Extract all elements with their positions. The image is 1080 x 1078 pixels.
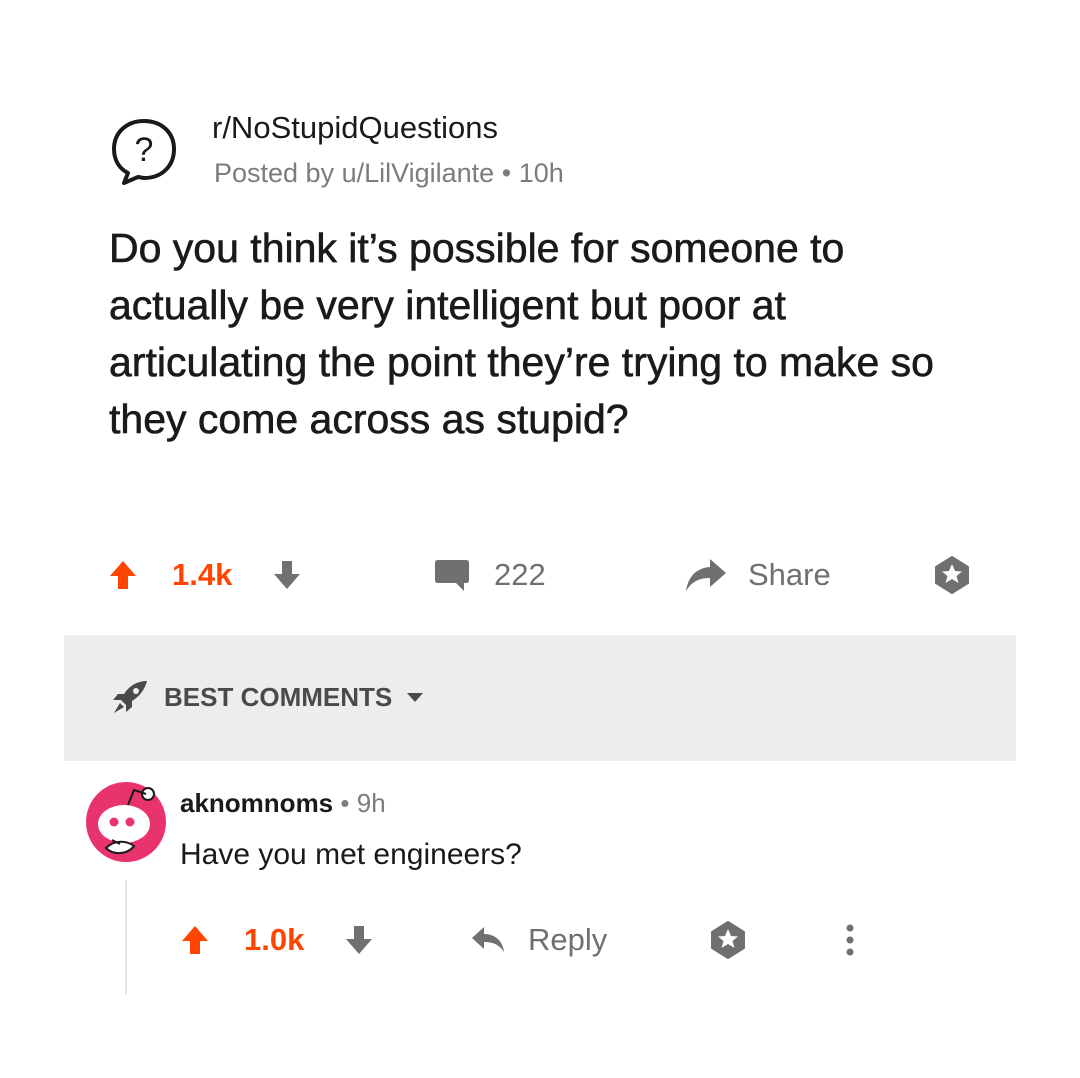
downvote-button[interactable] [272,550,302,600]
comment-actions: 1.0k Reply [84,915,1004,965]
comment-author[interactable]: aknomnoms [180,788,333,818]
post-meta: Posted by u/LilVigilante • 10h [214,158,564,189]
comment-count: 222 [494,557,546,592]
comments-sort-bar: BEST COMMENTS [64,635,1016,761]
comment-bubble-icon [435,560,469,591]
reply-label: Reply [528,922,608,957]
sort-dropdown[interactable]: BEST COMMENTS [110,679,424,715]
more-options-button[interactable] [844,915,856,965]
avatar[interactable] [84,780,168,864]
comment-downvote-button[interactable] [344,915,374,965]
comments-button[interactable]: 222 [434,550,546,600]
comment-header: aknomnoms • 9h [180,788,386,819]
subreddit-name[interactable]: r/NoStupidQuestions [212,110,498,146]
reply-arrow-icon [472,927,504,952]
comment-score: 1.0k [244,922,305,957]
more-vertical-icon [846,924,854,956]
share-label: Share [748,557,831,592]
sort-label: BEST COMMENTS [164,681,393,712]
award-icon [935,556,969,594]
question-bubble-icon[interactable]: ? [108,115,180,187]
svg-text:?: ? [135,131,154,169]
award-button[interactable] [932,550,972,600]
upvote-button[interactable] [108,550,138,600]
comment-separator: • [340,788,350,818]
reply-button[interactable]: Reply [470,915,607,965]
meta-separator: • [501,158,512,188]
share-button[interactable]: Share [684,550,831,600]
post-score: 1.4k [172,557,233,592]
comment-body: Have you met engineers? [180,838,522,871]
post-age: 10h [518,158,564,188]
post-actions: 1.4k 222 Share [64,550,1016,600]
rocket-icon [113,681,147,713]
share-arrow-icon [686,559,726,591]
award-icon [711,921,745,959]
upvote-arrow-icon [182,926,208,954]
comment-age: 9h [356,788,386,818]
post-header: ? r/NoStupidQuestions Posted by u/LilVig… [108,110,908,190]
chevron-down-icon [407,693,424,702]
downvote-arrow-icon [274,561,300,589]
comment-award-button[interactable] [708,915,748,965]
comment-upvote-button[interactable] [180,915,210,965]
downvote-arrow-icon [346,926,372,954]
post-title[interactable]: Do you think it’s possible for someone t… [109,220,989,448]
comment: aknomnoms • 9h Have you met engineers? 1… [84,780,1004,1000]
upvote-arrow-icon [110,561,136,589]
posted-by[interactable]: Posted by u/LilVigilante [214,158,494,188]
